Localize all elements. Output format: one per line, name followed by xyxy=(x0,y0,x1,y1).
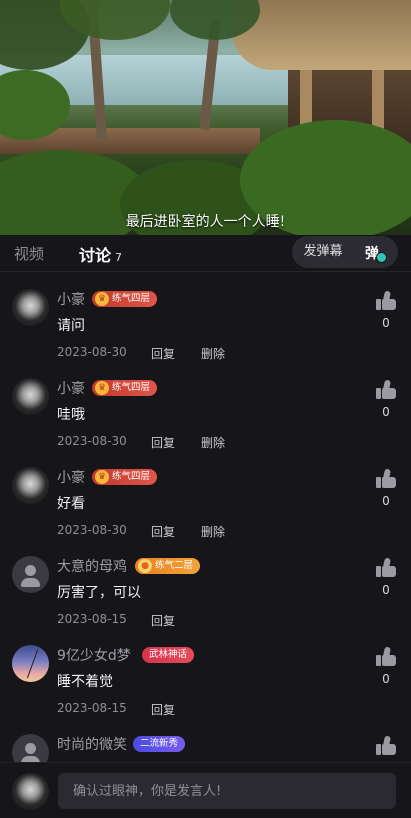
thumbs-up-icon[interactable] xyxy=(376,557,396,578)
thumbs-up-icon[interactable] xyxy=(376,468,396,489)
level-badge-label: 二流新秀 xyxy=(140,738,179,749)
avatar[interactable] xyxy=(12,289,49,326)
like-count: 0 xyxy=(382,583,390,597)
comment-item: 时尚的微笑 二流新秀 xyxy=(0,730,411,762)
comment-item: 9亿少女d梦 武林神话 睡不着觉 2023-08-15 回复 0 xyxy=(0,641,411,730)
my-avatar[interactable] xyxy=(12,773,49,810)
comment-item: 大意的母鸡 ● 练气二层 厉害了，可以 2023-08-15 回复 0 xyxy=(0,552,411,641)
user-icon xyxy=(25,743,36,754)
like-count: 0 xyxy=(382,316,390,330)
check-icon xyxy=(376,252,387,263)
comment-date: 2023-08-30 xyxy=(57,345,127,359)
tab-video[interactable]: 视频 xyxy=(14,243,44,264)
comment-username[interactable]: 小豪 xyxy=(57,378,85,398)
tab-discussion-count: 7 xyxy=(115,251,123,264)
comment-text: 厉害了，可以 xyxy=(57,585,141,601)
comment-username[interactable]: 9亿少女d梦 xyxy=(57,645,131,665)
comment-item: 小豪 ♛ 练气四层 哇哦 2023-08-30 回复 删除 0 xyxy=(0,374,411,463)
reply-button[interactable]: 回复 xyxy=(151,434,175,451)
level-badge-label: 武林神话 xyxy=(149,649,188,660)
avatar[interactable] xyxy=(12,378,49,415)
divider xyxy=(0,271,411,272)
like-count: 0 xyxy=(382,494,390,508)
tab-bar: 视频 讨论 7 发弹幕 弹 xyxy=(0,235,411,271)
avatar[interactable] xyxy=(12,734,49,762)
reply-button[interactable]: 回复 xyxy=(151,701,175,718)
comment-text: 好看 xyxy=(57,496,85,512)
tab-discussion-label: 讨论 xyxy=(79,246,112,265)
comment-username[interactable]: 小豪 xyxy=(57,467,85,487)
level-badge: ♛ 练气四层 xyxy=(92,469,158,485)
avatar[interactable] xyxy=(12,467,49,504)
comment-text: 哇哦 xyxy=(57,407,85,423)
send-danmu-button[interactable]: 发弹幕 xyxy=(292,236,354,268)
delete-button[interactable]: 删除 xyxy=(201,345,225,362)
comment-username[interactable]: 时尚的微笑 xyxy=(57,734,127,754)
level-badge: ♛ 练气四层 xyxy=(92,291,158,307)
avatar[interactable] xyxy=(12,556,49,593)
comment-text: 请问 xyxy=(57,318,85,334)
comment-date: 2023-08-30 xyxy=(57,523,127,537)
like-count: 0 xyxy=(382,405,390,419)
level-badge-label: 练气二层 xyxy=(155,560,194,571)
thumbs-up-icon[interactable] xyxy=(376,379,396,400)
reply-button[interactable]: 回复 xyxy=(151,345,175,362)
thumbs-up-icon[interactable] xyxy=(376,290,396,311)
comment-username[interactable]: 小豪 xyxy=(57,289,85,309)
user-icon xyxy=(25,565,36,576)
thumbs-up-icon[interactable] xyxy=(376,735,396,756)
delete-button[interactable]: 删除 xyxy=(201,523,225,540)
comment-input-bar xyxy=(0,762,411,818)
level-badge-label: 练气四层 xyxy=(112,471,151,482)
level-badge: 武林神话 xyxy=(142,647,195,663)
crown-icon: ♛ xyxy=(95,470,109,484)
comment-date: 2023-08-15 xyxy=(57,701,127,715)
reply-button[interactable]: 回复 xyxy=(151,612,175,629)
reply-button[interactable]: 回复 xyxy=(151,523,175,540)
thumbs-up-icon[interactable] xyxy=(376,646,396,667)
comment-username[interactable]: 大意的母鸡 xyxy=(57,556,127,576)
crown-icon: ● xyxy=(138,559,152,573)
delete-button[interactable]: 删除 xyxy=(201,434,225,451)
tab-discussion[interactable]: 讨论 7 xyxy=(79,242,122,266)
crown-icon: ♛ xyxy=(95,381,109,395)
comment-item: 小豪 ♛ 练气四层 好看 2023-08-30 回复 删除 0 xyxy=(0,463,411,552)
comment-date: 2023-08-30 xyxy=(57,434,127,448)
comment-input[interactable] xyxy=(58,773,396,809)
video-subtitle: 最后进卧室的人一个人睡! xyxy=(125,214,286,230)
avatar[interactable] xyxy=(12,645,49,682)
level-badge-label: 练气四层 xyxy=(112,382,151,393)
level-badge: ● 练气二层 xyxy=(135,558,201,574)
crown-icon: ♛ xyxy=(95,292,109,306)
like-count: 0 xyxy=(382,672,390,686)
danmu-toggle[interactable]: 弹 xyxy=(354,236,398,268)
video-player[interactable]: 最后进卧室的人一个人睡! xyxy=(0,0,411,235)
comment-item: 小豪 ♛ 练气四层 请问 2023-08-30 回复 删除 0 xyxy=(0,285,411,374)
level-badge: 二流新秀 xyxy=(133,736,186,752)
level-badge: ♛ 练气四层 xyxy=(92,380,158,396)
level-badge-label: 练气四层 xyxy=(112,293,151,304)
comment-text: 睡不着觉 xyxy=(57,674,113,690)
comment-date: 2023-08-15 xyxy=(57,612,127,626)
